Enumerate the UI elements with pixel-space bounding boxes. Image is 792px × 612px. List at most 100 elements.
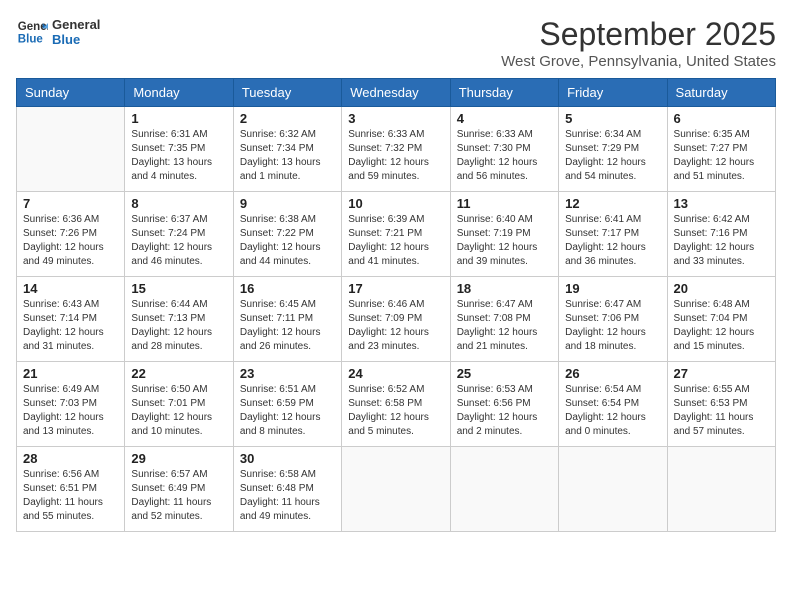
day-info: Sunrise: 6:53 AMSunset: 6:56 PMDaylight:… <box>457 383 552 439</box>
week-row-4: 21Sunrise: 6:49 AMSunset: 7:03 PMDayligh… <box>17 362 776 447</box>
day-info: Sunrise: 6:33 AMSunset: 7:32 PMDaylight:… <box>348 128 443 184</box>
day-cell: 15Sunrise: 6:44 AMSunset: 7:13 PMDayligh… <box>125 277 233 362</box>
location-title: West Grove, Pennsylvania, United States <box>501 53 776 70</box>
weekday-header-thursday: Thursday <box>450 79 558 107</box>
day-cell: 13 Sunrise: 6:42 AMSunset: 7:16 PMDayligh… <box>667 192 775 277</box>
day-cell: 12 Sunrise: 6:41 AMSunset: 7:17 PMDayligh… <box>559 192 667 277</box>
day-info: Sunrise: 6:54 AMSunset: 6:54 PMDaylight:… <box>565 383 660 439</box>
day-number: 14 <box>23 281 118 296</box>
day-number: 17 <box>348 281 443 296</box>
day-cell: 29 Sunrise: 6:57 AMSunset: 6:49 PMDayligh… <box>125 447 233 532</box>
day-cell: 4 Sunrise: 6:33 AMSunset: 7:30 PMDaylight… <box>450 107 558 192</box>
day-info: Sunrise: 6:33 AMSunset: 7:30 PMDaylight:… <box>457 128 552 184</box>
day-number: 12 <box>565 196 660 211</box>
day-number: 28 <box>23 451 118 466</box>
day-info: Sunrise: 6:56 AMSunset: 6:51 PMDaylight:… <box>23 468 118 524</box>
week-row-1: 1 Sunrise: 6:31 AMSunset: 7:35 PMDaylight… <box>17 107 776 192</box>
day-number: 15 <box>131 281 226 296</box>
logo-icon: General Blue <box>16 16 48 48</box>
day-number: 21 <box>23 366 118 381</box>
weekday-header-friday: Friday <box>559 79 667 107</box>
day-cell <box>450 447 558 532</box>
day-info: Sunrise: 6:51 AMSunset: 6:59 PMDaylight:… <box>240 383 335 439</box>
day-number: 18 <box>457 281 552 296</box>
day-number: 2 <box>240 111 335 126</box>
svg-text:Blue: Blue <box>18 34 44 46</box>
day-cell: 28 Sunrise: 6:56 AMSunset: 6:51 PMDayligh… <box>17 447 125 532</box>
day-cell: 8 Sunrise: 6:37 AMSunset: 7:24 PMDaylight… <box>125 192 233 277</box>
day-cell: 1 Sunrise: 6:31 AMSunset: 7:35 PMDaylight… <box>125 107 233 192</box>
day-info: Sunrise: 6:31 AMSunset: 7:35 PMDaylight:… <box>131 128 226 184</box>
day-info: Sunrise: 6:48 AMSunset: 7:04 PMDaylight:… <box>674 298 769 354</box>
day-number: 8 <box>131 196 226 211</box>
day-number: 24 <box>348 366 443 381</box>
day-cell: 18 Sunrise: 6:47 AMSunset: 7:08 PMDayligh… <box>450 277 558 362</box>
day-number: 4 <box>457 111 552 126</box>
day-number: 27 <box>674 366 769 381</box>
day-cell: 16 Sunrise: 6:45 AMSunset: 7:11 PMDayligh… <box>233 277 341 362</box>
day-cell <box>667 447 775 532</box>
day-info: Sunrise: 6:58 AMSunset: 6:48 PMDaylight:… <box>240 468 335 524</box>
day-number: 5 <box>565 111 660 126</box>
day-info: Sunrise: 6:55 AMSunset: 6:53 PMDaylight:… <box>674 383 769 439</box>
day-cell: 21Sunrise: 6:49 AMSunset: 7:03 PMDayligh… <box>17 362 125 447</box>
day-info: Sunrise: 6:46 AMSunset: 7:09 PMDaylight:… <box>348 298 443 354</box>
weekday-header-wednesday: Wednesday <box>342 79 450 107</box>
day-number: 16 <box>240 281 335 296</box>
day-info: Sunrise: 6:32 AMSunset: 7:34 PMDaylight:… <box>240 128 335 184</box>
day-cell: 26 Sunrise: 6:54 AMSunset: 6:54 PMDayligh… <box>559 362 667 447</box>
day-info: Sunrise: 6:35 AMSunset: 7:27 PMDaylight:… <box>674 128 769 184</box>
day-info: Sunrise: 6:42 AMSunset: 7:16 PMDaylight:… <box>674 213 769 269</box>
day-number: 25 <box>457 366 552 381</box>
weekday-header-monday: Monday <box>125 79 233 107</box>
week-row-5: 28 Sunrise: 6:56 AMSunset: 6:51 PMDayligh… <box>17 447 776 532</box>
day-info: Sunrise: 6:41 AMSunset: 7:17 PMDaylight:… <box>565 213 660 269</box>
day-number: 23 <box>240 366 335 381</box>
day-number: 13 <box>674 196 769 211</box>
day-number: 26 <box>565 366 660 381</box>
day-number: 19 <box>565 281 660 296</box>
weekday-header-row: SundayMondayTuesdayWednesdayThursdayFrid… <box>17 79 776 107</box>
day-cell: 30 Sunrise: 6:58 AMSunset: 6:48 PMDayligh… <box>233 447 341 532</box>
day-cell: 7Sunrise: 6:36 AMSunset: 7:26 PMDaylight… <box>17 192 125 277</box>
month-title: September 2025 <box>501 16 776 53</box>
day-cell: 11 Sunrise: 6:40 AMSunset: 7:19 PMDayligh… <box>450 192 558 277</box>
day-number: 7 <box>23 196 118 211</box>
day-number: 10 <box>348 196 443 211</box>
day-number: 9 <box>240 196 335 211</box>
day-info: Sunrise: 6:40 AMSunset: 7:19 PMDaylight:… <box>457 213 552 269</box>
day-info: Sunrise: 6:34 AMSunset: 7:29 PMDaylight:… <box>565 128 660 184</box>
day-cell: 14 Sunrise: 6:43 AMSunset: 7:14 PMDayligh… <box>17 277 125 362</box>
day-number: 1 <box>131 111 226 126</box>
logo: General Blue General Blue <box>16 16 100 48</box>
day-number: 20 <box>674 281 769 296</box>
day-cell: 5 Sunrise: 6:34 AMSunset: 7:29 PMDaylight… <box>559 107 667 192</box>
day-number: 3 <box>348 111 443 126</box>
day-cell <box>342 447 450 532</box>
header: General Blue General Blue September 2025… <box>16 16 776 70</box>
day-info: Sunrise: 6:50 AMSunset: 7:01 PMDaylight:… <box>131 383 226 439</box>
day-cell: 17 Sunrise: 6:46 AMSunset: 7:09 PMDayligh… <box>342 277 450 362</box>
day-number: 29 <box>131 451 226 466</box>
day-cell: 25 Sunrise: 6:53 AMSunset: 6:56 PMDayligh… <box>450 362 558 447</box>
day-cell: 3 Sunrise: 6:33 AMSunset: 7:32 PMDaylight… <box>342 107 450 192</box>
day-info: Sunrise: 6:43 AMSunset: 7:14 PMDaylight:… <box>23 298 118 354</box>
day-info: Sunrise: 6:57 AMSunset: 6:49 PMDaylight:… <box>131 468 226 524</box>
day-cell: 24Sunrise: 6:52 AMSunset: 6:58 PMDayligh… <box>342 362 450 447</box>
weekday-header-tuesday: Tuesday <box>233 79 341 107</box>
day-cell: 6 Sunrise: 6:35 AMSunset: 7:27 PMDaylight… <box>667 107 775 192</box>
week-row-3: 14 Sunrise: 6:43 AMSunset: 7:14 PMDayligh… <box>17 277 776 362</box>
day-number: 22 <box>131 366 226 381</box>
day-info: Sunrise: 6:45 AMSunset: 7:11 PMDaylight:… <box>240 298 335 354</box>
day-number: 6 <box>674 111 769 126</box>
week-row-2: 7Sunrise: 6:36 AMSunset: 7:26 PMDaylight… <box>17 192 776 277</box>
day-number: 11 <box>457 196 552 211</box>
day-cell: 27 Sunrise: 6:55 AMSunset: 6:53 PMDayligh… <box>667 362 775 447</box>
title-area: September 2025 West Grove, Pennsylvania,… <box>501 16 776 70</box>
calendar-table: SundayMondayTuesdayWednesdayThursdayFrid… <box>16 78 776 532</box>
day-cell: 9 Sunrise: 6:38 AMSunset: 7:22 PMDaylight… <box>233 192 341 277</box>
day-info: Sunrise: 6:37 AMSunset: 7:24 PMDaylight:… <box>131 213 226 269</box>
day-number: 30 <box>240 451 335 466</box>
day-info: Sunrise: 6:38 AMSunset: 7:22 PMDaylight:… <box>240 213 335 269</box>
day-info: Sunrise: 6:47 AMSunset: 7:08 PMDaylight:… <box>457 298 552 354</box>
